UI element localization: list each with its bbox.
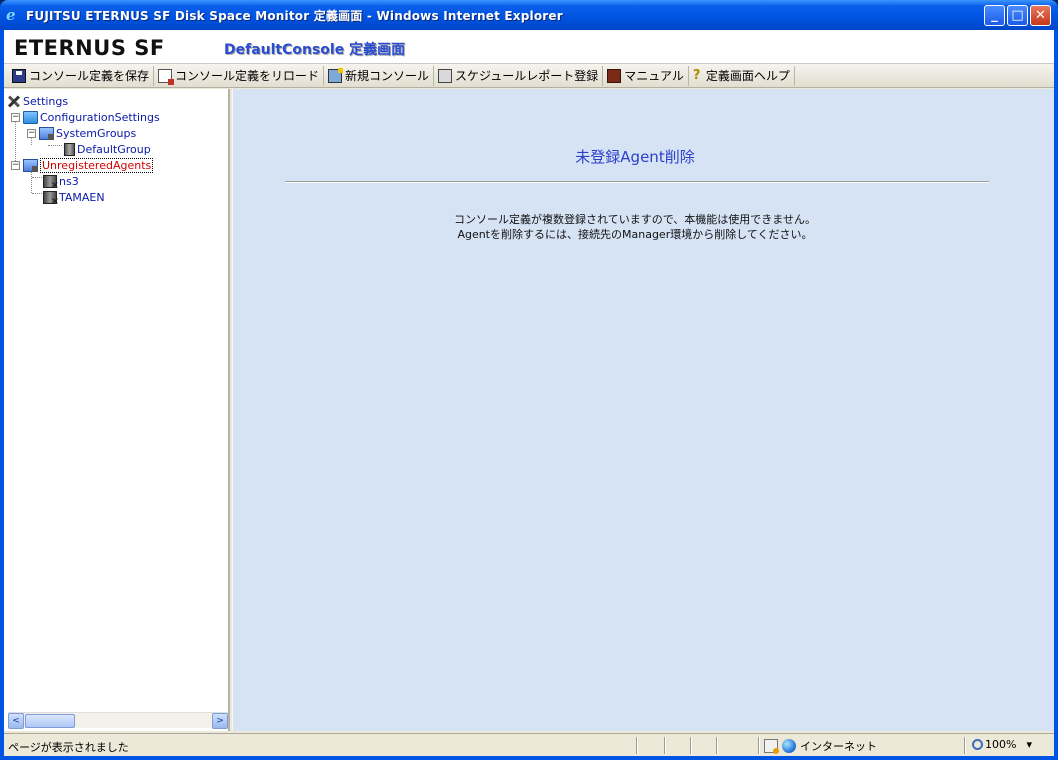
maximize-button[interactable]: □	[1007, 5, 1028, 26]
zoom-control[interactable]: 100% ▾	[972, 738, 1032, 751]
tree-label-agent: TAMAEN	[59, 190, 105, 204]
app-banner: ETERNUS SF DefaultConsole 定義画面	[4, 30, 1054, 64]
status-text: ページが表示されました	[8, 741, 129, 754]
tree-node-agent[interactable]: TAMAEN	[43, 189, 105, 207]
security-zone[interactable]: インターネット	[764, 738, 877, 754]
server-group-icon	[64, 142, 75, 156]
tree-label-settings: Settings	[23, 94, 69, 108]
browser-window: e FUJITSU ETERNUS SF Disk Space Monitor …	[0, 0, 1058, 760]
tree-connector	[32, 193, 42, 194]
chevron-down-icon[interactable]: ▾	[1026, 738, 1032, 751]
manual-icon	[607, 68, 622, 83]
reload-icon	[158, 68, 175, 85]
tree-node-settings[interactable]: Settings	[6, 93, 68, 109]
folder-icon	[23, 110, 38, 124]
help-icon: ?	[692, 67, 701, 83]
system-groups-icon	[39, 126, 54, 140]
new-console-label: 新規コンソール	[345, 69, 430, 83]
reload-console-button[interactable]: コンソール定義をリロード	[154, 65, 325, 86]
reload-console-label: コンソール定義をリロード	[175, 69, 320, 83]
browser-client-area: ETERNUS SF DefaultConsole 定義画面 コンソール定義を保…	[4, 30, 1054, 756]
info-message-line: コンソール定義が複数登録されていますので、本機能は使用できません。	[454, 213, 816, 226]
page-heading: 未登録Agent削除	[575, 148, 695, 166]
zone-label: インターネット	[800, 740, 877, 753]
tree-connector	[32, 177, 42, 178]
unregistered-agents-icon	[23, 158, 38, 172]
window-title: FUJITSU ETERNUS SF Disk Space Monitor 定義…	[26, 9, 563, 23]
tree-node-agent[interactable]: ns3	[43, 173, 79, 191]
zoom-level: 100%	[985, 738, 1017, 751]
status-bar: ページが表示されました インターネット 100% ▾	[4, 733, 1054, 756]
new-console-icon	[328, 67, 344, 83]
save-console-label: コンソール定義を保存	[29, 69, 150, 83]
collapse-icon[interactable]: −	[27, 128, 36, 138]
close-button[interactable]: ✕	[1030, 5, 1051, 26]
tree-label-system-groups: SystemGroups	[56, 126, 137, 140]
title-bar: e FUJITSU ETERNUS SF Disk Space Monitor …	[0, 0, 1058, 30]
status-divider	[636, 737, 638, 754]
new-console-button[interactable]: 新規コンソール	[324, 65, 435, 86]
manual-button[interactable]: マニュアル	[603, 65, 689, 86]
console-title: DefaultConsole 定義画面	[224, 42, 406, 58]
scroll-left-icon[interactable]: <	[8, 713, 24, 729]
heading-divider	[285, 181, 989, 183]
status-divider	[758, 737, 760, 754]
collapse-icon[interactable]: −	[11, 160, 20, 170]
collapse-icon[interactable]: −	[11, 112, 20, 122]
settings-tree-pane: Settings − ConfigurationSettings − Syste…	[4, 89, 230, 731]
tree-label-default-group: DefaultGroup	[77, 142, 151, 156]
minimize-button[interactable]: _	[984, 5, 1005, 26]
brand-logo: ETERNUS SF	[14, 36, 165, 60]
tree-label-agent: ns3	[59, 174, 79, 188]
protected-mode-icon	[764, 739, 779, 754]
zoom-icon	[972, 739, 983, 750]
tree-node-configuration-settings[interactable]: − ConfigurationSettings	[11, 109, 160, 125]
status-divider	[664, 737, 666, 754]
tree-label-unregistered-agents: UnregisteredAgents	[40, 157, 154, 173]
save-console-button[interactable]: コンソール定義を保存	[8, 65, 155, 86]
tree-horizontal-scrollbar[interactable]: < >	[8, 712, 228, 729]
tree-connector	[48, 145, 62, 146]
globe-icon	[782, 739, 796, 753]
help-button[interactable]: ? 定義画面ヘルプ	[689, 65, 795, 86]
tools-icon	[6, 95, 21, 108]
info-message-line: Agentを削除するには、接続先のManager環境から削除してください。	[457, 228, 813, 241]
manual-label: マニュアル	[624, 69, 684, 83]
save-icon	[12, 68, 26, 83]
ie-logo-icon: e	[6, 6, 16, 24]
scroll-right-icon[interactable]: >	[212, 713, 228, 729]
status-divider	[964, 737, 966, 754]
report-icon	[438, 68, 453, 83]
tree-label-configuration-settings: ConfigurationSettings	[40, 110, 160, 124]
schedule-report-button[interactable]: スケジュールレポート登録	[434, 65, 604, 86]
tree-node-unregistered-agents[interactable]: − UnregisteredAgents	[11, 157, 154, 173]
unregistered-agent-icon	[43, 174, 59, 191]
toolbar: コンソール定義を保存 コンソール定義をリロード 新規コンソール スケジュールレポ…	[4, 64, 1054, 88]
help-label: 定義画面ヘルプ	[705, 69, 790, 83]
tree-node-system-groups[interactable]: − SystemGroups	[27, 125, 136, 141]
main-content-pane: 未登録Agent削除 コンソール定義が複数登録されていますので、本機能は使用でき…	[232, 89, 1054, 731]
tree-node-default-group[interactable]: DefaultGroup	[64, 141, 151, 157]
schedule-report-label: スケジュールレポート登録	[455, 69, 599, 83]
unregistered-agent-icon	[43, 190, 59, 207]
status-divider	[716, 737, 718, 754]
status-divider	[690, 737, 692, 754]
scroll-thumb[interactable]	[25, 714, 75, 728]
